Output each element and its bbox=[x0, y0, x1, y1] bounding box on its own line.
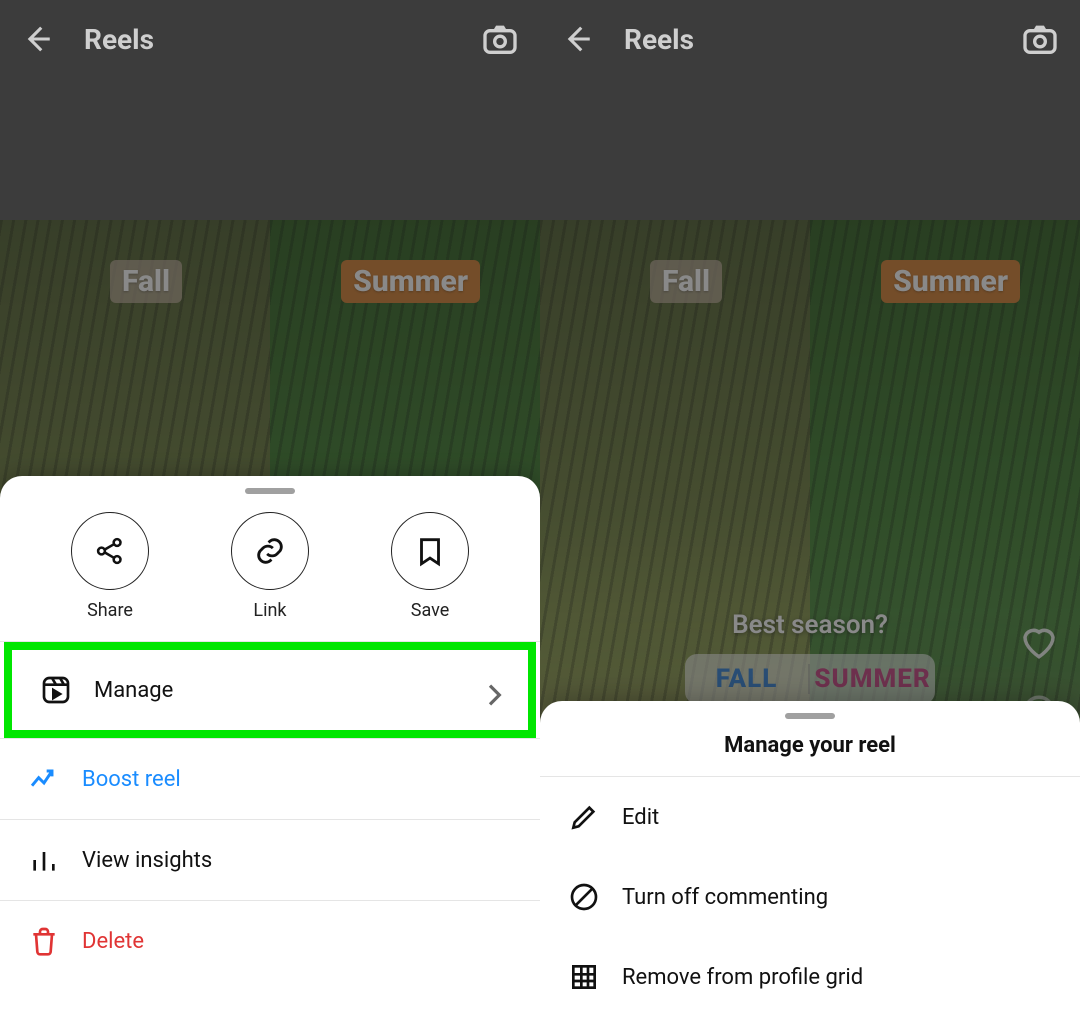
poll-option-summer[interactable]: SUMMER bbox=[810, 664, 935, 694]
back-icon[interactable] bbox=[20, 22, 54, 56]
link-button[interactable]: Link bbox=[231, 512, 309, 621]
camera-icon[interactable] bbox=[480, 19, 520, 59]
share-label: Share bbox=[87, 600, 133, 621]
header-title: Reels bbox=[624, 23, 1020, 56]
save-label: Save bbox=[411, 600, 450, 621]
phone-left: Fall Summer Reels Share Link bbox=[0, 0, 540, 1031]
poll-option-fall[interactable]: FALL bbox=[685, 664, 810, 694]
edit-label: Edit bbox=[622, 805, 659, 830]
delete-label: Delete bbox=[82, 929, 144, 954]
manage-row[interactable]: Manage bbox=[12, 650, 528, 730]
options-sheet: Share Link Save Manage bbox=[0, 476, 540, 1031]
trash-icon bbox=[28, 925, 60, 957]
share-icon bbox=[71, 512, 149, 590]
grid-icon bbox=[568, 961, 600, 993]
reel-tag-fall: Fall bbox=[650, 260, 722, 303]
header-title: Reels bbox=[84, 23, 480, 56]
save-button[interactable]: Save bbox=[391, 512, 469, 621]
poll-question: Best season? bbox=[685, 610, 935, 640]
link-label: Link bbox=[253, 600, 286, 621]
boost-reel-row[interactable]: Boost reel bbox=[0, 739, 540, 819]
boost-icon bbox=[28, 763, 60, 795]
share-button[interactable]: Share bbox=[71, 512, 149, 621]
reel-icon bbox=[40, 674, 72, 706]
reel-tag-summer: Summer bbox=[881, 260, 1020, 303]
turn-off-commenting-row[interactable]: Turn off commenting bbox=[540, 857, 1080, 937]
back-icon[interactable] bbox=[560, 22, 594, 56]
reel-tag-fall: Fall bbox=[110, 260, 182, 303]
insights-label: View insights bbox=[82, 848, 212, 873]
sheet-grabber[interactable] bbox=[245, 488, 295, 494]
poll-sticker[interactable]: Best season? FALL SUMMER bbox=[685, 610, 935, 704]
view-insights-row[interactable]: View insights bbox=[0, 820, 540, 900]
sheet-grabber[interactable] bbox=[785, 713, 835, 719]
turn-off-label: Turn off commenting bbox=[622, 885, 828, 910]
app-header: Reels bbox=[0, 0, 540, 78]
manage-sheet: Manage your reel Edit Turn off commentin… bbox=[540, 701, 1080, 1031]
manage-label: Manage bbox=[94, 678, 173, 703]
delete-row[interactable]: Delete bbox=[0, 901, 540, 981]
app-header: Reels bbox=[540, 0, 1080, 78]
insights-icon bbox=[28, 844, 60, 876]
bookmark-icon bbox=[391, 512, 469, 590]
reel-tag-summer: Summer bbox=[341, 260, 480, 303]
disable-icon bbox=[568, 881, 600, 913]
heart-icon[interactable] bbox=[1018, 620, 1060, 662]
quick-actions-row: Share Link Save bbox=[0, 502, 540, 641]
sheet-title: Manage your reel bbox=[540, 727, 1080, 776]
boost-label: Boost reel bbox=[82, 767, 181, 792]
pencil-icon bbox=[568, 801, 600, 833]
phone-right: Fall Summer Best season? FALL SUMMER Ree… bbox=[540, 0, 1080, 1031]
poll-options: FALL SUMMER bbox=[685, 654, 935, 704]
edit-row[interactable]: Edit bbox=[540, 777, 1080, 857]
remove-from-grid-row[interactable]: Remove from profile grid bbox=[540, 937, 1080, 1017]
chevron-right-icon bbox=[478, 679, 500, 701]
remove-grid-label: Remove from profile grid bbox=[622, 965, 863, 990]
camera-icon[interactable] bbox=[1020, 19, 1060, 59]
highlight-box: Manage bbox=[4, 642, 536, 738]
link-icon bbox=[231, 512, 309, 590]
